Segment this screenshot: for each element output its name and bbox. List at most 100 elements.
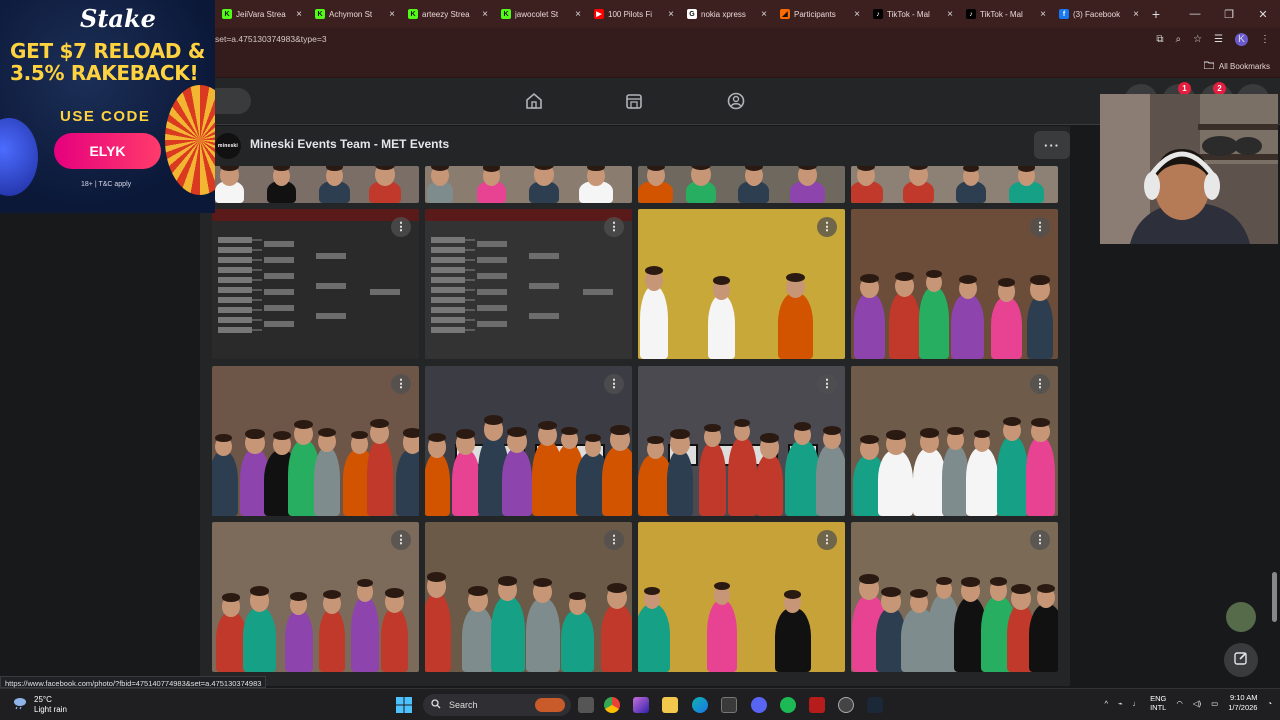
facebook-search-input[interactable] bbox=[215, 88, 251, 114]
browser-tab[interactable]: Karteezy Strea × bbox=[402, 3, 494, 25]
minimize-icon[interactable]: — bbox=[1178, 0, 1212, 28]
all-bookmarks-button[interactable]: All Bookmarks bbox=[1203, 61, 1270, 71]
page-logo[interactable]: mineski bbox=[215, 133, 241, 159]
file-explorer-icon[interactable] bbox=[662, 697, 678, 713]
tab-close-icon[interactable]: × bbox=[947, 9, 953, 20]
url-text[interactable]: set=a.475130374983&type=3 bbox=[215, 34, 327, 44]
chrome-menu-icon[interactable]: ⋮ bbox=[1260, 34, 1270, 45]
album-photo[interactable]: ⋮ bbox=[425, 366, 632, 516]
weather-condition: Light rain bbox=[34, 705, 67, 714]
tab-close-icon[interactable]: × bbox=[854, 9, 860, 20]
tab-close-icon[interactable]: × bbox=[575, 9, 581, 20]
photo-options-icon[interactable]: ⋮ bbox=[604, 374, 624, 394]
store-icon[interactable] bbox=[721, 697, 737, 713]
tab-close-icon[interactable]: × bbox=[1133, 9, 1139, 20]
new-tab-button[interactable]: + bbox=[1145, 3, 1167, 25]
photo-options-icon[interactable]: ⋮ bbox=[604, 530, 624, 550]
photo-options-icon[interactable]: ⋮ bbox=[391, 217, 411, 237]
copilot-icon[interactable] bbox=[633, 697, 649, 713]
photo-options-icon[interactable]: ⋮ bbox=[604, 217, 624, 237]
browser-tab[interactable]: K Achymon St × bbox=[309, 3, 401, 25]
groups-icon[interactable] bbox=[725, 90, 747, 112]
new-message-button[interactable] bbox=[1224, 643, 1258, 677]
chat-head-avatar[interactable] bbox=[1226, 602, 1256, 632]
album-photo[interactable]: ⋮ bbox=[851, 209, 1058, 359]
tab-close-icon[interactable]: × bbox=[296, 9, 302, 20]
photo-options-icon[interactable]: ⋮ bbox=[391, 530, 411, 550]
profile-avatar[interactable]: K bbox=[1235, 33, 1248, 46]
photo-options-icon[interactable]: ⋮ bbox=[817, 374, 837, 394]
spotify-icon[interactable] bbox=[780, 697, 796, 713]
close-window-icon[interactable]: ✕ bbox=[1246, 0, 1280, 28]
album-photo[interactable]: ⋮ bbox=[425, 522, 632, 672]
album-photo[interactable] bbox=[638, 166, 845, 203]
marketplace-icon[interactable] bbox=[623, 90, 645, 112]
photo-options-icon[interactable]: ⋮ bbox=[1030, 530, 1050, 550]
album-photo[interactable]: ⋮ bbox=[212, 366, 419, 516]
ad-code-button[interactable]: ELYK bbox=[54, 133, 161, 169]
album-photo[interactable]: ⋮ bbox=[638, 366, 845, 516]
network-icon[interactable]: ⌁ bbox=[1118, 699, 1123, 708]
home-icon[interactable] bbox=[523, 90, 545, 112]
photo-options-icon[interactable]: ⋮ bbox=[391, 374, 411, 394]
edge-icon[interactable] bbox=[692, 697, 708, 713]
browser-tab[interactable]: Kjawocolet St × bbox=[495, 3, 587, 25]
cloud-rain-icon bbox=[12, 696, 28, 715]
photo-options-icon[interactable]: ⋮ bbox=[817, 530, 837, 550]
windows-start-icon[interactable] bbox=[396, 697, 412, 718]
album-photo[interactable]: ⋮ bbox=[425, 209, 632, 359]
browser-tab[interactable]: ◢ Participants × bbox=[774, 3, 866, 25]
tab-search-icon[interactable]: ☰ bbox=[1214, 34, 1223, 45]
taskbar-search[interactable]: Search bbox=[423, 694, 571, 716]
album-photo[interactable]: ⋮ bbox=[851, 522, 1058, 672]
photo-options-icon[interactable]: ⋮ bbox=[1030, 217, 1050, 237]
app-red-icon[interactable] bbox=[809, 697, 825, 713]
album-photo[interactable]: ⋮ bbox=[638, 209, 845, 359]
hair-shape bbox=[909, 588, 929, 598]
stake-ad-banner[interactable]: Stake GET $7 RELOAD & 3.5% RAKEBACK! USE… bbox=[0, 0, 215, 213]
hair-shape bbox=[961, 577, 980, 587]
obs-icon[interactable] bbox=[838, 697, 854, 713]
page-scrollbar[interactable] bbox=[1272, 572, 1277, 622]
tab-close-icon[interactable]: × bbox=[668, 9, 674, 20]
album-photo[interactable]: ⋮ bbox=[851, 366, 1058, 516]
cast-icon[interactable]: ⧉ bbox=[1156, 34, 1163, 45]
tab-close-icon[interactable]: × bbox=[389, 9, 395, 20]
browser-tab[interactable]: f (3) Facebook × bbox=[1053, 3, 1145, 25]
bookmark-star-icon[interactable]: ☆ bbox=[1193, 34, 1202, 45]
tray-chevron-icon[interactable]: ^ bbox=[1105, 699, 1109, 708]
browser-tab[interactable]: ♪ TikTok - Mal × bbox=[960, 3, 1052, 25]
album-photo[interactable]: ⋮ bbox=[212, 522, 419, 672]
volume-icon[interactable]: ◁) bbox=[1193, 699, 1201, 708]
zoom-icon[interactable]: ⌕ bbox=[1175, 34, 1181, 45]
hair-shape bbox=[860, 273, 879, 284]
weather-widget[interactable]: 25°C Light rain bbox=[12, 695, 67, 715]
task-view-icon[interactable] bbox=[578, 697, 594, 713]
battery-icon[interactable]: ▭ bbox=[1211, 699, 1218, 708]
mic-icon[interactable]: ♩ bbox=[1133, 699, 1141, 708]
steam-icon[interactable] bbox=[867, 697, 883, 713]
album-title[interactable]: Mineski Events Team - MET Events bbox=[250, 137, 449, 151]
language-indicator[interactable]: ENG INTL bbox=[1150, 694, 1166, 712]
more-options-button[interactable]: ··· bbox=[1034, 131, 1070, 159]
wifi-icon[interactable]: ◠ bbox=[1176, 699, 1183, 708]
notification-bell-icon[interactable]: ◔ bbox=[1267, 699, 1272, 708]
album-photo[interactable] bbox=[212, 166, 419, 203]
photo-options-icon[interactable]: ⋮ bbox=[817, 217, 837, 237]
photo-options-icon[interactable]: ⋮ bbox=[1030, 374, 1050, 394]
album-photo[interactable] bbox=[851, 166, 1058, 203]
browser-tab[interactable]: K JeiiVara Strea × bbox=[216, 3, 308, 25]
album-photo[interactable]: ⋮ bbox=[212, 209, 419, 359]
album-photo[interactable] bbox=[425, 166, 632, 203]
tab-close-icon[interactable]: × bbox=[482, 9, 488, 20]
chrome-icon[interactable] bbox=[604, 697, 620, 713]
tab-close-icon[interactable]: × bbox=[761, 9, 767, 20]
album-photo[interactable]: ⋮ bbox=[638, 522, 845, 672]
browser-tab[interactable]: Gnokia xpress × bbox=[681, 3, 773, 25]
clock[interactable]: 9:10 AM 1/7/2026 bbox=[1228, 693, 1257, 713]
browser-tab[interactable]: ♪ TikTok - Mal × bbox=[867, 3, 959, 25]
discord-icon[interactable] bbox=[751, 697, 767, 713]
restore-icon[interactable]: ❐ bbox=[1212, 0, 1246, 28]
tab-close-icon[interactable]: × bbox=[1040, 9, 1046, 20]
browser-tab[interactable]: ▶ 100 Pilots Fi × bbox=[588, 3, 680, 25]
